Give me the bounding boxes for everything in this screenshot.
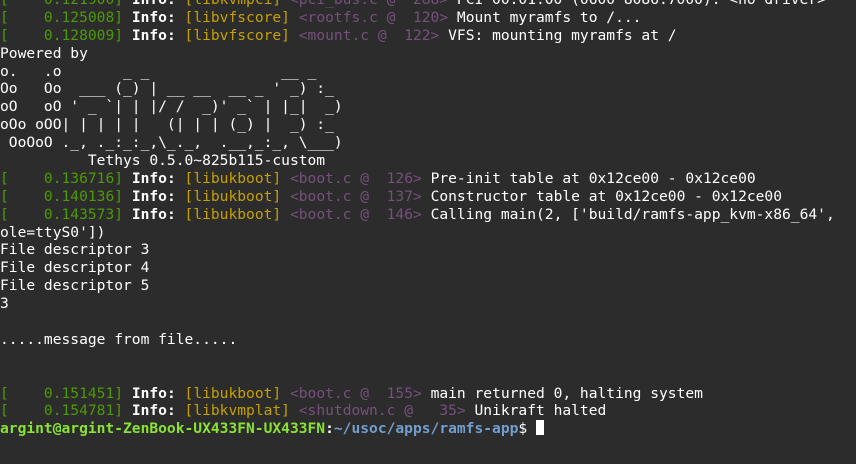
log-timestamp: 0.143573] [17,205,132,223]
app-output-line [0,313,856,331]
log-source: <boot.c @ 155> [289,384,431,402]
shell-prompt-line[interactable]: argint@argint-ZenBook-UX433FN-UX433FN:~/… [0,420,856,438]
log-line: [ 0.151451] Info: [libukboot] <boot.c @ … [0,385,856,403]
log-source: <mount.c @ 122> [298,26,449,44]
log-timestamp: 0.121900] [18,0,132,8]
ascii-banner-line: oO oO ' _ `| | |/ / _)' _` | |_| _) [0,98,343,116]
log-line: [ 0.154781] Info: [libkvmplat] <shutdown… [0,402,856,420]
log-message: Unikraft halted [474,402,607,420]
prompt-path: ~/usoc/apps/ramfs-app [333,420,519,438]
log-line: [ 0.125008] Info: [libvfscore] <rootfs.c… [0,9,856,27]
log-library: [libukboot] [184,169,290,187]
log-level: Info: [131,384,185,402]
app-output-line: ole=ttyS0']) [0,223,106,241]
ascii-banner-line: oOo oOO| | | | | (| | | (_) | _) :_ [0,116,334,134]
bracket: [ [0,169,18,187]
prompt-separator: : [325,420,334,438]
app-output-line [0,367,856,385]
log-source: <rootfs.c @ 120> [298,8,457,26]
bracket: [ [0,402,18,420]
log-line: [ 0.140136] Info: [libukboot] <boot.c @ … [0,188,856,206]
log-source: <pci_bus.c @ 288> [290,0,457,8]
log-line: [ 0.128009] Info: [libvfscore] <mount.c … [0,27,856,45]
log-level: Info: [131,26,185,44]
log-timestamp: 0.154781] [17,402,132,420]
ascii-banner-line: OoOoO ._, ._:_:_,\_._, .__,_:_, \___) [0,134,343,152]
bracket: [ [0,187,18,205]
log-message: Constructor table at 0x12ce00 - 0x12ce00 [430,187,783,205]
log-level: Info: [131,169,185,187]
log-level: Info: [131,187,185,205]
log-message: Pre-init table at 0x12ce00 - 0x12ce00 [430,169,756,187]
log-line: [ 0.136716] Info: [libukboot] <boot.c @ … [0,170,856,188]
app-output-line [0,349,856,367]
bracket: [ [0,0,18,8]
version-text: Tethys 0.5.0~825b115-custom [0,152,326,170]
log-timestamp: 0.128009] [17,26,132,44]
app-output-line: 3 [0,295,9,313]
log-library: [libukboot] [184,205,290,223]
log-level: Info: [131,8,185,26]
log-level: Info: [131,402,185,420]
log-line: [ 0.121900] Info: [libkvmpci] <pci_bus.c… [0,0,856,9]
log-library: [libukboot] [184,187,290,205]
log-timestamp: 0.136716] [17,169,132,187]
log-message: Mount myramfs to /... [456,8,642,26]
powered-by-text: Powered by [0,44,88,62]
app-output-line: .....message from file..... [0,330,238,348]
log-source: <boot.c @ 146> [289,205,431,223]
terminal-output: [ 0.121900] Info: [libkvmpci] <pci_bus.c… [0,0,856,420]
bracket: [ [0,205,18,223]
log-message: PCI 00:01.00 (0600 8086:7000): <no drive… [457,0,826,8]
log-library: [libkvmplat] [184,402,299,420]
log-timestamp: 0.140136] [17,187,132,205]
prompt-dollar: $ [518,420,536,438]
log-message: main returned 0, halting system [430,384,703,402]
ascii-banner-line: Oo Oo ___ (_) | __ __ __ _ ' _) :_ [0,80,334,98]
log-line: [ 0.143573] Info: [libukboot] <boot.c @ … [0,206,856,224]
app-output-line: File descriptor 4 [0,259,150,277]
terminal-window[interactable]: [ 0.121900] Info: [libkvmpci] <pci_bus.c… [0,0,856,455]
log-timestamp: 0.125008] [17,8,132,26]
log-message: Calling main(2, ['build/ramfs-app_kvm-x8… [430,205,835,223]
log-library: [libkvmpci] [185,0,290,8]
ascii-banner-line: o. .o _ _ __ _ [0,62,317,80]
log-library: [libvfscore] [184,8,299,26]
log-library: [libukboot] [184,384,290,402]
bracket: [ [0,384,18,402]
log-level: Info: [132,0,185,8]
log-timestamp: 0.151451] [17,384,132,402]
log-source: <boot.c @ 126> [289,169,431,187]
prompt-user-host: argint@argint-ZenBook-UX433FN-UX433FN [0,420,326,438]
log-source: <boot.c @ 137> [289,187,431,205]
bracket: [ [0,8,18,26]
log-source: <shutdown.c @ 35> [298,402,475,420]
log-library: [libvfscore] [184,26,299,44]
log-message: VFS: mounting myramfs at / [448,26,677,44]
text-cursor[interactable] [535,420,544,436]
app-output-line: File descriptor 5 [0,277,150,295]
app-output-line: File descriptor 3 [0,241,150,259]
bracket: [ [0,26,18,44]
log-level: Info: [131,205,185,223]
